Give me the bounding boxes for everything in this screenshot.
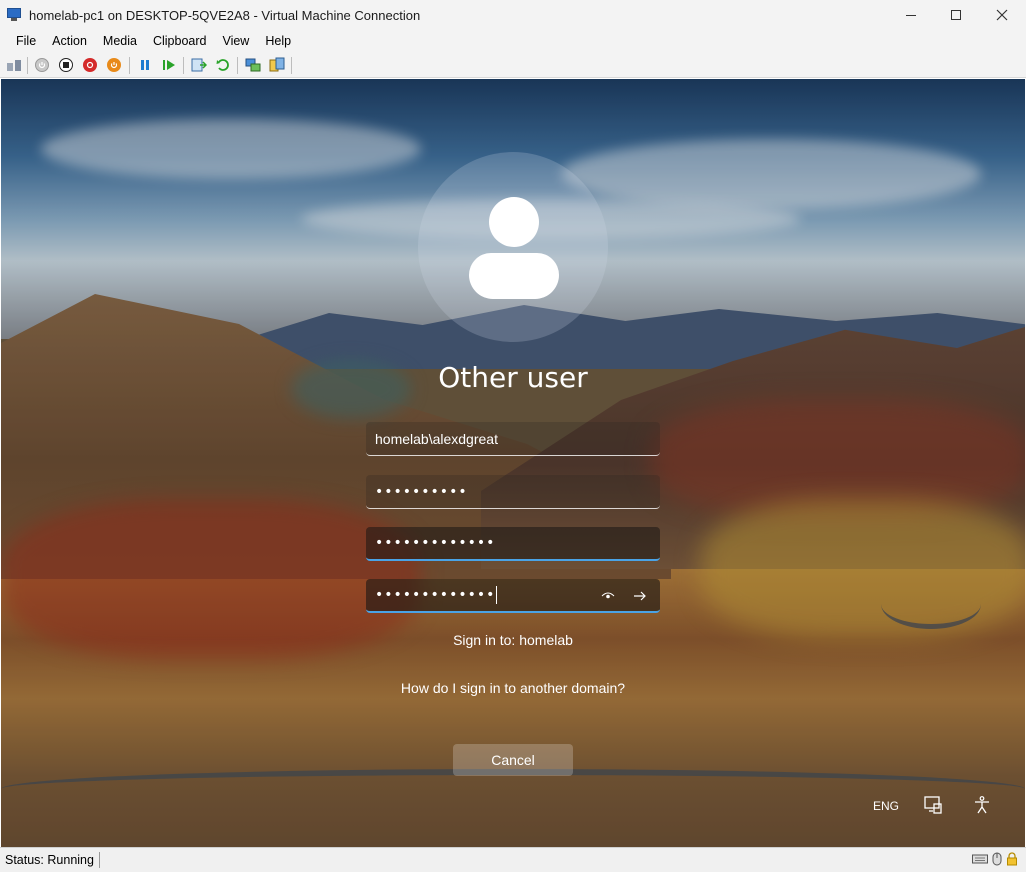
maximize-button[interactable] [933, 0, 979, 30]
new-password-value: ••••••••••••• [375, 535, 496, 551]
menu-view[interactable]: View [214, 34, 257, 48]
toolbar-separator [27, 57, 28, 74]
username-value: homelab\alexdgreat [375, 430, 498, 447]
share-icon[interactable] [269, 57, 285, 73]
ctrl-alt-del-icon[interactable] [6, 57, 22, 73]
turn-off-icon[interactable] [58, 57, 74, 73]
confirm-password-field[interactable]: ••••••••••••• [366, 579, 660, 613]
revert-icon[interactable] [215, 57, 231, 73]
menu-media[interactable]: Media [95, 34, 145, 48]
toolbar-separator [183, 57, 184, 74]
vm-status: Status: Running [0, 852, 100, 868]
network-icon[interactable] [923, 795, 943, 815]
title-bar: homelab-pc1 on DESKTOP-5QVE2A8 - Virtual… [0, 0, 1026, 30]
toolbar-separator [291, 57, 292, 74]
user-icon [489, 197, 539, 247]
shutdown-icon[interactable] [82, 57, 98, 73]
menu-help[interactable]: Help [257, 34, 299, 48]
start-icon[interactable] [34, 57, 50, 73]
menu-action[interactable]: Action [44, 34, 95, 48]
user-avatar [418, 152, 608, 342]
lock-icon [1007, 852, 1017, 866]
text-caret [496, 586, 498, 604]
toolbar-separator [129, 57, 130, 74]
vm-screen[interactable]: Other user homelab\alexdgreat ••••••••••… [1, 79, 1025, 847]
menu-clipboard[interactable]: Clipboard [145, 34, 215, 48]
menu-bar: File Action Media Clipboard View Help [0, 30, 1026, 52]
current-password-field[interactable]: •••••••••• [366, 475, 660, 509]
language-indicator[interactable]: ENG [873, 799, 899, 813]
status-bar: Status: Running [0, 847, 1026, 872]
vm-connection-icon[interactable] [7, 7, 23, 23]
other-domain-link[interactable]: How do I sign in to another domain? [1, 680, 1025, 696]
reveal-password-icon[interactable] [600, 588, 616, 604]
user-title: Other user [438, 361, 588, 394]
window-title: homelab-pc1 on DESKTOP-5QVE2A8 - Virtual… [29, 7, 421, 23]
checkpoint-icon[interactable] [191, 57, 207, 73]
menu-file[interactable]: File [8, 34, 44, 48]
close-button[interactable] [979, 0, 1025, 30]
save-icon[interactable] [106, 57, 122, 73]
minimize-button[interactable] [888, 0, 934, 30]
accessibility-icon[interactable] [972, 795, 992, 815]
close-icon [996, 9, 1008, 21]
keyboard-icon [972, 854, 988, 864]
new-password-field[interactable]: ••••••••••••• [366, 527, 660, 561]
submit-arrow-icon[interactable] [632, 588, 648, 604]
resume-icon[interactable] [161, 57, 177, 73]
pause-icon[interactable] [137, 57, 153, 73]
mouse-icon [992, 852, 1002, 866]
username-field[interactable]: homelab\alexdgreat [366, 422, 660, 456]
toolbar-separator [237, 57, 238, 74]
cancel-button[interactable]: Cancel [453, 744, 573, 776]
sign-in-domain-text: Sign in to: homelab [453, 632, 573, 648]
enhanced-session-icon[interactable] [245, 57, 261, 73]
current-password-value: •••••••••• [375, 483, 468, 500]
confirm-password-value: ••••••••••••• [375, 587, 496, 603]
toolbar [0, 52, 1026, 78]
